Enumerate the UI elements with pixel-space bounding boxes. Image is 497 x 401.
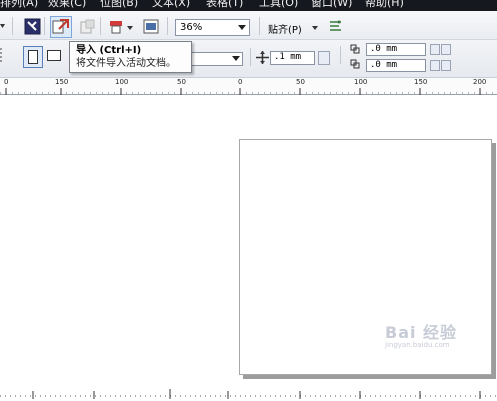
duplicate-x-spinner-up[interactable]: [441, 44, 451, 55]
menu-window[interactable]: 窗口(W): [311, 0, 352, 10]
bottom-ruler-ticks: [0, 389, 497, 399]
toolbar-separator: [44, 17, 45, 35]
ruler-label: 200: [473, 78, 487, 86]
ruler-label: 50: [177, 78, 186, 86]
horizontal-ruler[interactable]: 0 150 100 50 0 50 100 150 200: [0, 78, 497, 95]
ruler-label: 100: [115, 78, 129, 86]
watermark-logo: Bai 经验: [385, 323, 458, 342]
export-icon[interactable]: [78, 18, 96, 36]
standard-toolbar: 36% 贴齐(P): [0, 11, 497, 40]
menu-tools[interactable]: 工具(O): [259, 0, 298, 10]
menu-effects[interactable]: 效果(C): [48, 0, 86, 10]
import-button[interactable]: [50, 16, 72, 38]
nudge-spinner[interactable]: [318, 51, 330, 65]
toolbar-separator: [100, 17, 101, 35]
toolbar-separator: [259, 17, 260, 35]
menu-text[interactable]: 文本(X): [152, 0, 190, 10]
zoom-level-select[interactable]: 36%: [175, 19, 250, 36]
zoom-level-value: 36%: [180, 22, 203, 33]
new-from-template-icon[interactable]: [24, 18, 42, 36]
menu-bitmaps[interactable]: 位图(B): [100, 0, 138, 10]
menu-bar: 排列(A) 效果(C) 位图(B) 文本(X) 表格(T) 工具(O) 窗口(W…: [0, 0, 497, 11]
duplicate-distance-x-input[interactable]: .0 mm: [366, 43, 426, 56]
duplicate-x-spinner[interactable]: [430, 44, 440, 55]
chevron-down-icon[interactable]: [126, 18, 134, 36]
watermark-url: jingyan.baidu.com: [385, 341, 450, 349]
chevron-down-icon: [238, 25, 246, 30]
ruler-label: 0: [4, 78, 9, 86]
portrait-orientation-button[interactable]: [23, 46, 43, 68]
units-select[interactable]: [185, 52, 243, 66]
toolbar-separator: [12, 17, 13, 35]
landscape-orientation-icon[interactable]: [47, 50, 61, 61]
tooltip-title: 导入 (Ctrl+I): [76, 45, 142, 56]
ruler-label: 50: [296, 78, 305, 86]
options-icon[interactable]: [327, 18, 345, 36]
menu-help[interactable]: 帮助(H): [365, 0, 404, 10]
ruler-label: 100: [354, 78, 368, 86]
ruler-label: 150: [414, 78, 428, 86]
chevron-down-icon[interactable]: [311, 18, 319, 36]
duplicate-y-spinner[interactable]: [430, 60, 440, 71]
app-launcher-icon[interactable]: [142, 18, 160, 36]
toolbar-separator: [340, 46, 341, 64]
duplicate-x-icon: [350, 44, 364, 56]
menu-table[interactable]: 表格(T): [206, 0, 243, 10]
bottom-ruler: [0, 388, 497, 401]
nudge-distance-input[interactable]: .1 mm: [270, 51, 315, 65]
menu-arrange[interactable]: 排列(A): [0, 0, 38, 10]
portrait-icon: [28, 50, 38, 64]
ruler-label: 150: [55, 78, 69, 86]
snap-to-dropdown[interactable]: 贴齐(P): [268, 21, 302, 36]
ruler-label: 0: [238, 78, 243, 86]
duplicate-y-icon: [350, 59, 364, 71]
grip-handle[interactable]: [0, 48, 4, 62]
duplicate-y-spinner-up[interactable]: [441, 60, 451, 71]
import-tooltip: 导入 (Ctrl+I) 将文件导入活动文档。: [69, 41, 192, 73]
tooltip-description: 将文件导入活动文档。: [76, 58, 176, 69]
toolbar-dropdown-arrow-icon[interactable]: [0, 17, 6, 35]
duplicate-distance-y-input[interactable]: .0 mm: [366, 59, 426, 72]
publish-pdf-icon[interactable]: [108, 18, 126, 36]
toolbar-separator: [167, 17, 168, 35]
nudge-offset-icon: [256, 51, 269, 64]
toolbar-separator: [250, 48, 251, 66]
chevron-down-icon: [232, 56, 240, 61]
